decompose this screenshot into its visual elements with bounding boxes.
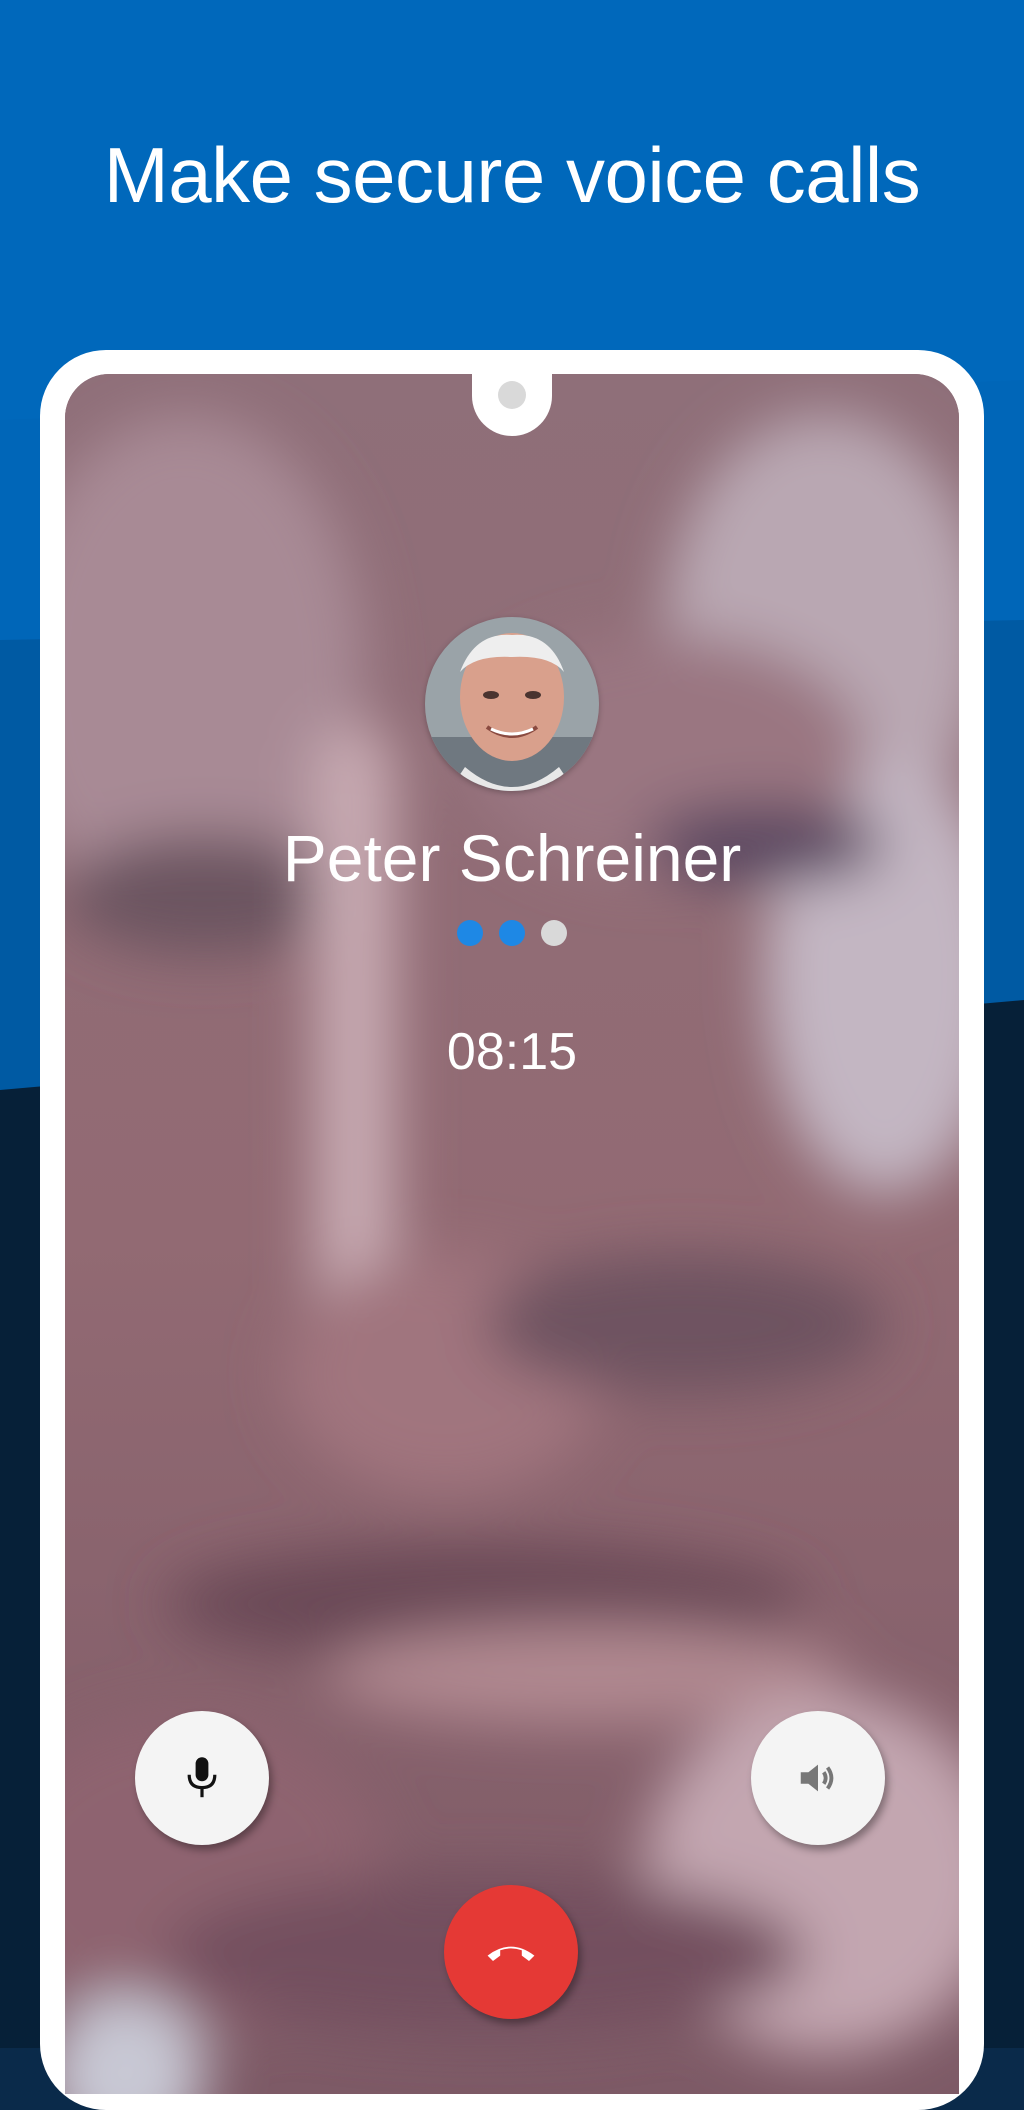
phone-hangup-icon: [484, 1937, 538, 1967]
headline: Make secure voice calls: [103, 131, 921, 220]
hang-up-button[interactable]: [444, 1885, 578, 2019]
mute-button[interactable]: [135, 1711, 269, 1845]
caller-avatar: [425, 617, 599, 791]
status-dot: [457, 920, 483, 946]
microphone-icon: [182, 1754, 222, 1802]
speaker-button[interactable]: [751, 1711, 885, 1845]
status-dot: [541, 920, 567, 946]
call-status-indicator: [0, 920, 1024, 946]
speaker-icon: [795, 1755, 841, 1801]
call-timer: 08:15: [446, 1023, 578, 1081]
status-dot: [499, 920, 525, 946]
front-camera: [498, 381, 526, 409]
caller-name: Peter Schreiner: [282, 821, 742, 895]
